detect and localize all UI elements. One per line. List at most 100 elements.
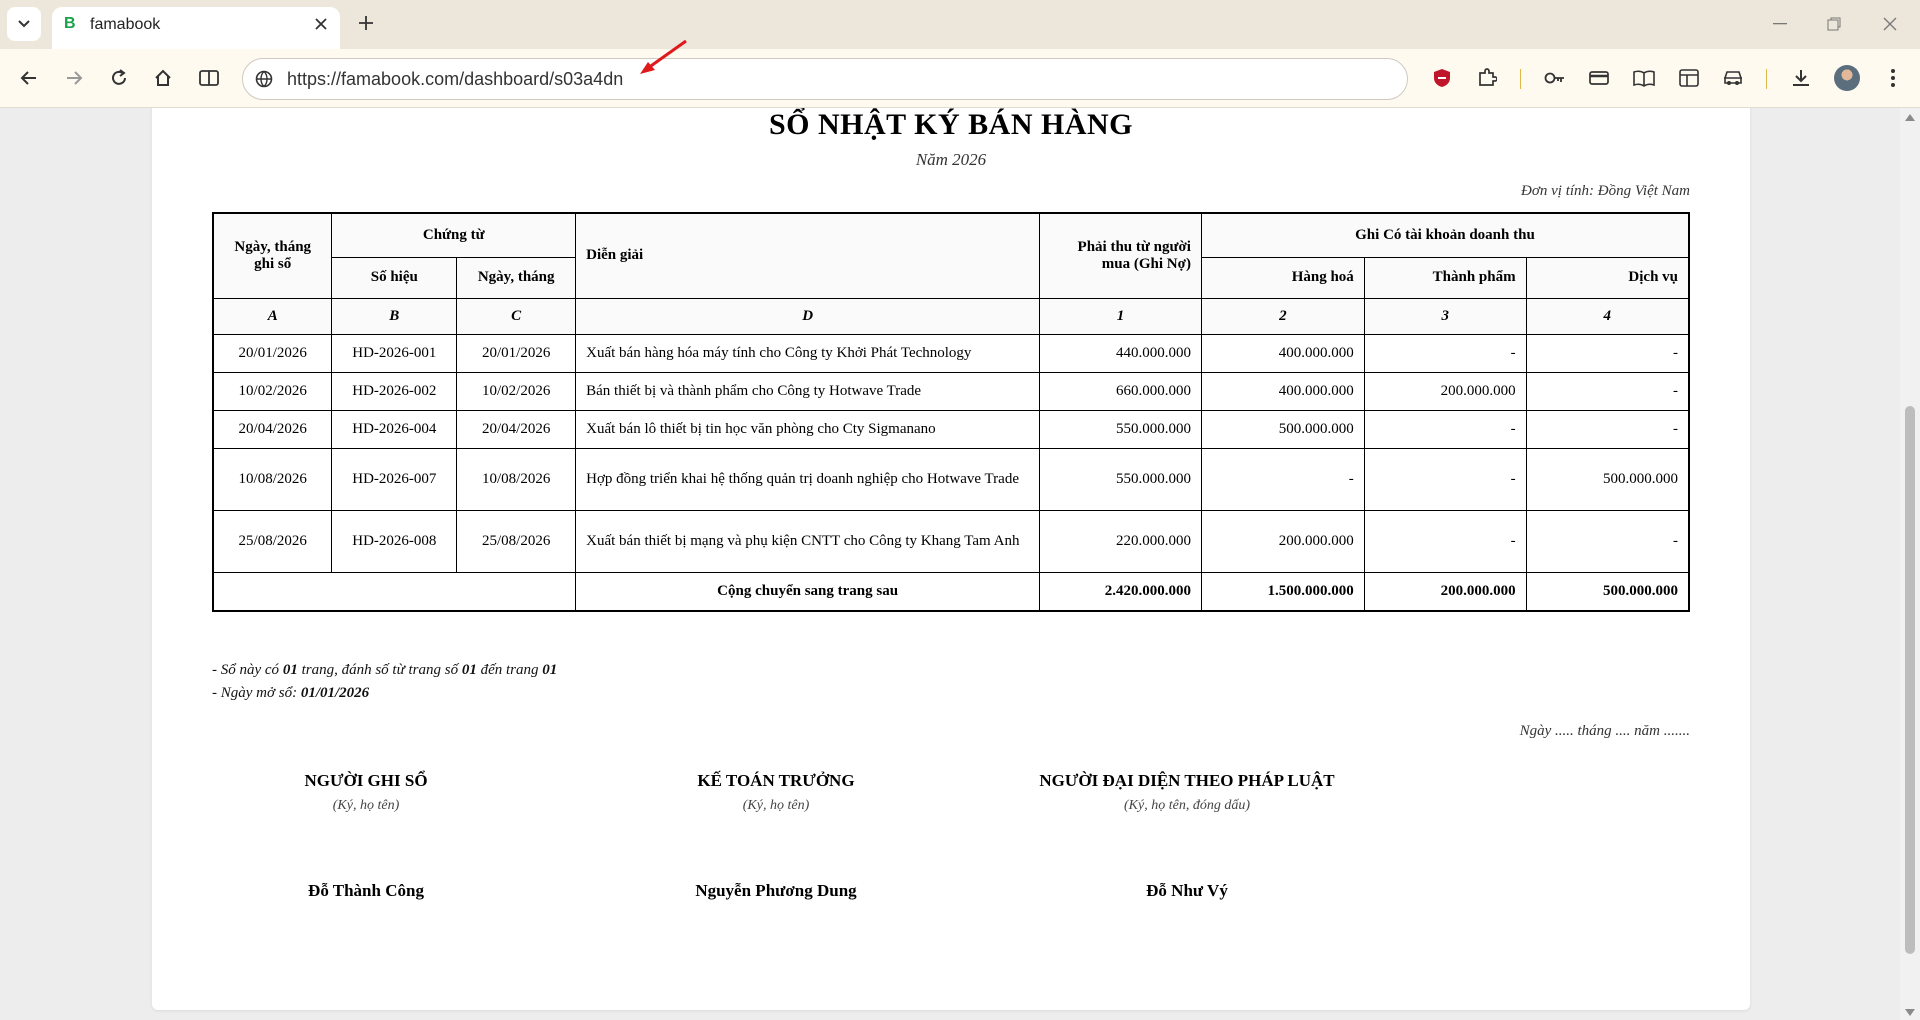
address-bar[interactable]: https://famabook.com/dashboard/s03a4dn (242, 58, 1408, 100)
toolbar-separator (1766, 69, 1767, 89)
table-row: 10/08/2026 HD-2026-007 10/08/2026 Hợp đồ… (212, 447, 1690, 511)
plus-icon (359, 16, 373, 30)
home-button[interactable] (148, 63, 178, 93)
table-row: 10/02/2026 HD-2026-002 10/02/2026 Bán th… (212, 371, 1690, 411)
scroll-up-arrow-icon[interactable] (1905, 114, 1915, 121)
close-icon (315, 18, 327, 30)
downloads-button[interactable] (1786, 63, 1816, 93)
browser-tab[interactable]: B famabook (52, 7, 340, 49)
chevron-down-icon (18, 20, 30, 28)
vertical-scrollbar[interactable] (1900, 108, 1920, 1020)
book-open-icon (1633, 70, 1655, 87)
cell-voucher-date: 20/01/2026 (456, 333, 577, 373)
cell-voucher-no: HD-2026-002 (331, 371, 458, 411)
site-favicon-icon: B (64, 15, 76, 32)
signature-hint: (Ký, họ tên) (742, 798, 810, 813)
report-paper: SỔ NHẬT KÝ BÁN HÀNG Năm 2026 Đơn vị tính… (152, 108, 1750, 1010)
reload-button[interactable] (104, 63, 134, 93)
header-voucher-date: Ngày, tháng (456, 256, 577, 299)
note-value: 01/01/2026 (300, 685, 370, 701)
table-row: 20/01/2026 HD-2026-001 20/01/2026 Xuất b… (212, 333, 1690, 373)
profile-avatar[interactable] (1834, 65, 1860, 91)
total-receivable: 2.420.000.000 (1039, 571, 1202, 612)
column-code: 2 (1200, 297, 1365, 335)
payment-methods-button[interactable] (1584, 63, 1614, 93)
note-value: 01 (542, 662, 558, 678)
note-text: - Sổ này có (212, 662, 283, 678)
cell-receivable: 550.000.000 (1039, 447, 1202, 511)
reload-icon (112, 69, 126, 85)
column-code: D (575, 297, 1041, 335)
tab-title: famabook (90, 16, 161, 33)
site-info-icon[interactable] (253, 68, 275, 90)
header-products: Thành phẩm (1363, 256, 1527, 299)
cell-services: - (1525, 333, 1690, 373)
cell-voucher-date: 20/04/2026 (456, 409, 577, 449)
column-code: 4 (1525, 297, 1690, 335)
window-close-button[interactable] (1870, 8, 1910, 40)
cell-services: - (1525, 509, 1690, 573)
more-vertical-icon (1891, 69, 1895, 87)
cell-voucher-date: 10/08/2026 (456, 447, 577, 511)
new-tab-button[interactable] (352, 9, 380, 37)
cell-products: - (1363, 409, 1527, 449)
minimize-button[interactable] (1760, 8, 1800, 40)
extension-shield-button[interactable] (1427, 63, 1457, 93)
download-icon (1793, 70, 1809, 86)
cell-description: Xuất bán thiết bị mạng và phụ kiện CNTT … (575, 509, 1041, 573)
column-code-row: A B C D 1 2 3 4 (212, 297, 1690, 335)
reading-mode-button[interactable] (1629, 63, 1659, 93)
cell-goods: 500.000.000 (1200, 409, 1365, 449)
open-date-note: - Ngày mở sổ: 01/01/2026 (212, 685, 369, 702)
sales-journal-table: Ngày, tháng ghi sổ Chứng từ Diễn giải Ph… (212, 212, 1690, 612)
cell-goods: - (1200, 447, 1365, 511)
arrow-right-icon (67, 71, 83, 85)
incognito-button[interactable] (1718, 63, 1748, 93)
browser-menu-button[interactable] (1878, 63, 1908, 93)
table-row: 20/04/2026 HD-2026-004 20/04/2026 Xuất b… (212, 409, 1690, 449)
passwords-button[interactable] (1540, 63, 1570, 93)
note-value: 01 (461, 662, 477, 678)
scroll-down-arrow-icon[interactable] (1905, 1009, 1915, 1016)
forward-button[interactable] (59, 63, 89, 93)
cell-services: - (1525, 409, 1690, 449)
back-button[interactable] (14, 63, 44, 93)
signature-block-chief-accountant: KẾ TOÁN TRƯỞNG (Ký, họ tên) (536, 771, 1016, 814)
total-products: 200.000.000 (1363, 571, 1527, 612)
cell-date: 20/01/2026 (212, 333, 333, 373)
cell-voucher-date: 10/02/2026 (456, 371, 577, 411)
cell-products: - (1363, 447, 1527, 511)
cell-goods: 400.000.000 (1200, 371, 1365, 411)
url-text: https://famabook.com/dashboard/s03a4dn (287, 69, 624, 89)
cell-date: 10/08/2026 (212, 447, 333, 511)
split-view-icon (199, 70, 219, 86)
tab-strip: B famabook (0, 0, 1920, 49)
cell-description: Bán thiết bị và thành phẩm cho Công ty H… (575, 371, 1041, 411)
tab-layout-button[interactable] (1674, 63, 1704, 93)
total-blank-cell (212, 571, 577, 612)
total-label: Cộng chuyển sang trang sau (575, 571, 1041, 612)
header-credit-group: Ghi Có tài khoản doanh thu (1200, 212, 1690, 258)
extensions-button[interactable] (1472, 63, 1502, 93)
puzzle-icon (1479, 68, 1497, 86)
cell-voucher-no: HD-2026-004 (331, 409, 458, 449)
signer-name: Đỗ Thành Công (308, 881, 424, 900)
restore-button[interactable] (1814, 8, 1854, 40)
column-code: 1 (1039, 297, 1202, 335)
cell-receivable: 550.000.000 (1039, 409, 1202, 449)
tab-search-button[interactable] (7, 7, 41, 41)
page-viewport: SỔ NHẬT KÝ BÁN HÀNG Năm 2026 Đơn vị tính… (0, 108, 1900, 1020)
total-services: 500.000.000 (1525, 571, 1690, 612)
signature-block-legal-rep: NGƯỜI ĐẠI DIỆN THEO PHÁP LUẬT (Ký, họ tê… (947, 771, 1427, 814)
report-title: SỔ NHẬT KÝ BÁN HÀNG (769, 108, 1133, 141)
tab-close-button[interactable] (308, 11, 334, 37)
signer-name: Nguyễn Phương Dung (695, 881, 857, 900)
browser-toolbar: https://famabook.com/dashboard/s03a4dn (0, 49, 1920, 108)
note-text: - Ngày mở sổ: (212, 685, 301, 701)
cell-voucher-no: HD-2026-007 (331, 447, 458, 511)
cell-receivable: 440.000.000 (1039, 333, 1202, 373)
scrollbar-thumb[interactable] (1905, 406, 1915, 954)
cell-description: Xuất bán hàng hóa máy tính cho Công ty K… (575, 333, 1041, 373)
split-view-button[interactable] (194, 63, 224, 93)
cell-date: 20/04/2026 (212, 409, 333, 449)
